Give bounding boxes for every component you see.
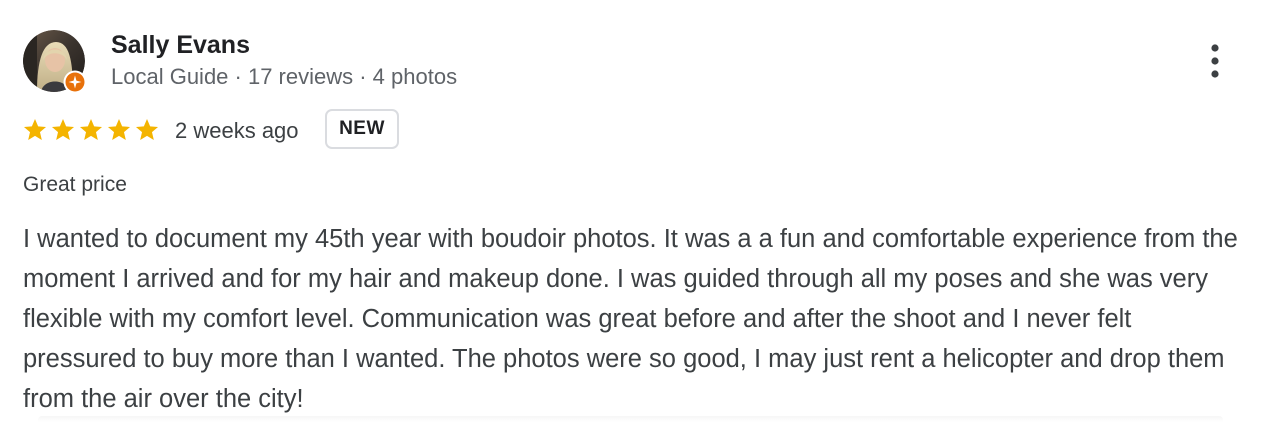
local-guide-badge-icon [63,70,87,94]
star-rating [22,117,160,145]
more-options-button[interactable] [1197,40,1233,82]
more-vert-icon [1211,44,1219,78]
review-tag: Great price [23,173,127,196]
star-icon [23,118,47,140]
avatar-container[interactable] [23,30,87,94]
review-card: Sally Evans Local Guide · 17 reviews · 4… [0,0,1270,422]
reviewer-meta[interactable]: Local Guide · 17 reviews · 4 photos [111,64,457,90]
review-text: I wanted to document my 45th year with b… [23,225,1238,413]
star-icon [79,118,103,140]
new-badge: NEW [325,109,399,149]
star-icon [135,118,159,140]
divider [38,416,1223,422]
star-icon [107,118,131,140]
reviewer-name[interactable]: Sally Evans [111,30,250,60]
review-date: 2 weeks ago [175,118,299,143]
star-icon [51,118,75,140]
